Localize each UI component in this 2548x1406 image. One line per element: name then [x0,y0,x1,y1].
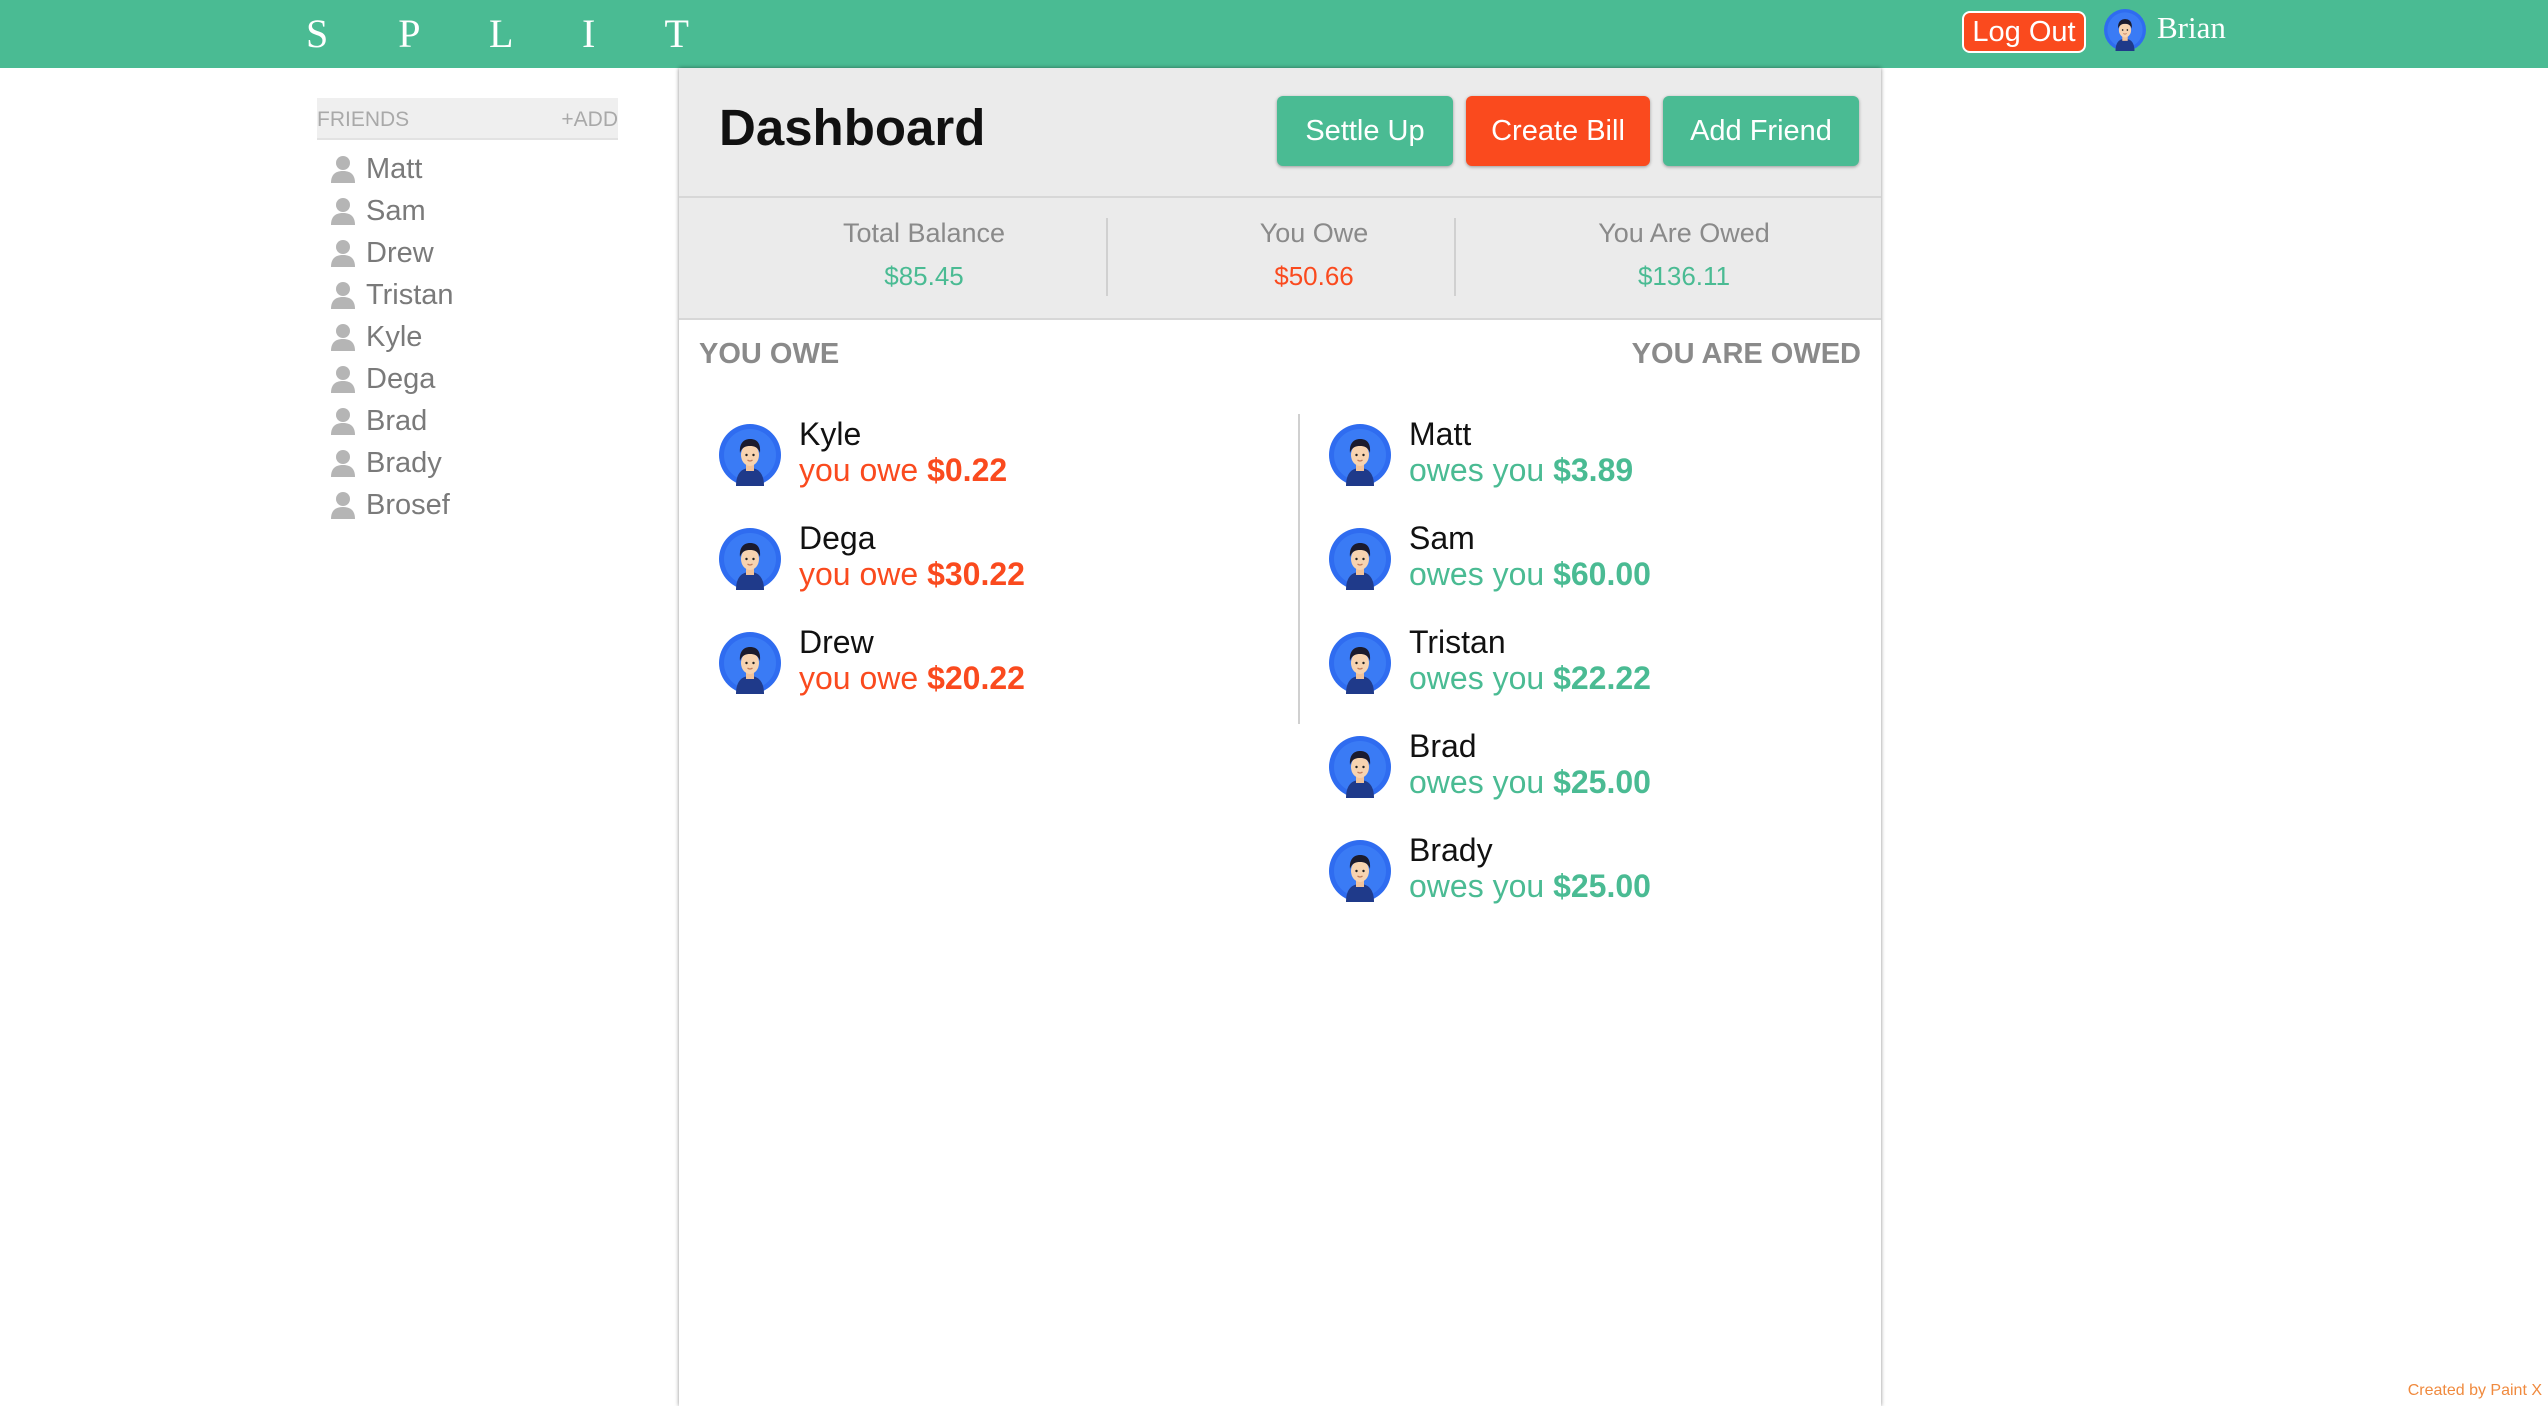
divider [1454,218,1456,296]
owe-text: you owe [799,660,919,696]
owe-amount: $30.22 [927,556,1025,592]
friend-name: Brad [366,404,428,437]
owed-text: owes you [1409,660,1545,696]
friend-item[interactable]: Brady [330,442,454,484]
footer-credit: Created by Paint X [2407,1382,2542,1399]
friend-name: Dega [799,520,876,556]
you-owe-label: You Owe [1259,218,1369,248]
total-balance-stat: Total Balance $85.45 [789,218,1059,292]
you-are-owed-stat: You Are Owed $136.11 [1549,218,1819,292]
divider [679,318,1881,320]
friend-name: Brady [1409,832,1493,868]
user-avatar-icon [719,632,781,694]
owe-amount: $20.22 [927,660,1025,696]
user-avatar-icon [719,424,781,486]
owe-text: you owe [799,452,919,488]
column-divider [1298,414,1300,724]
owed-text: owes you [1409,868,1545,904]
divider [679,196,1881,198]
owed-amount: $60.00 [1553,556,1651,592]
friend-item[interactable]: Sam [330,190,454,232]
friend-name: Sam [1409,520,1475,556]
owed-text: owes you [1409,452,1545,488]
owed-amount: $25.00 [1553,868,1651,904]
person-icon [330,491,356,519]
person-icon [330,323,356,351]
friend-name: Matt [1409,416,1472,452]
friend-name: Brad [1409,728,1477,764]
friend-item[interactable]: Dega [330,358,454,400]
user-avatar-icon [1329,736,1391,798]
owed-line: owes you $60.00 [1409,556,1651,593]
owed-line: owes you $25.00 [1409,764,1651,801]
friend-name: Kyle [799,416,862,452]
owe-amount: $0.22 [927,452,1008,488]
owe-line: you owe $20.22 [799,660,1025,697]
user-avatar-icon [1329,840,1391,902]
friend-name: Dega [366,362,436,395]
friend-name: Drew [799,624,874,660]
person-icon [330,197,356,225]
friend-item[interactable]: Brosef [330,484,454,526]
user-avatar-icon [1329,424,1391,486]
total-balance-value: $85.45 [884,261,964,291]
friends-header: FRIENDS +ADD [317,98,618,140]
friend-item[interactable]: Brad [330,400,454,442]
user-avatar-icon[interactable] [2104,9,2146,51]
friend-name: Brosef [366,488,450,521]
add-friend-link[interactable]: +ADD [561,108,618,132]
user-avatar-icon [1329,528,1391,590]
you-owe-value: $50.66 [1274,261,1354,291]
owe-text: you owe [799,556,919,592]
friend-name: Drew [366,236,434,269]
top-navbar: S P L I T Log Out Brian [0,0,2548,68]
friend-name: Tristan [366,278,454,311]
divider [1106,218,1108,296]
person-icon [330,155,356,183]
person-icon [330,365,356,393]
page-title: Dashboard [719,99,986,156]
you-owe-heading: YOU OWE [699,338,840,370]
owe-line: you owe $30.22 [799,556,1025,593]
person-icon [330,407,356,435]
you-are-owed-heading: YOU ARE OWED [1631,338,1861,370]
person-icon [330,281,356,309]
owe-line: you owe $0.22 [799,452,1007,489]
settle-up-button[interactable]: Settle Up [1277,96,1453,166]
friends-title: FRIENDS [317,108,410,131]
dashboard-panel: Dashboard Settle Up Create Bill Add Frie… [679,68,1881,1406]
owed-amount: $25.00 [1553,764,1651,800]
owed-text: owes you [1409,764,1545,800]
total-balance-label: Total Balance [842,218,1006,248]
you-owe-stat: You Owe $50.66 [1179,218,1449,292]
owed-text: owes you [1409,556,1545,592]
friend-name: Kyle [366,320,423,353]
person-icon [330,239,356,267]
friend-name: Brady [366,446,442,479]
owed-line: owes you $22.22 [1409,660,1651,697]
owed-line: owes you $25.00 [1409,868,1651,905]
you-are-owed-value: $136.11 [1637,261,1731,291]
friend-item[interactable]: Tristan [330,274,454,316]
brand-logo[interactable]: S P L I T [306,10,719,57]
owed-line: owes you $3.89 [1409,452,1633,489]
you-are-owed-label: You Are Owed [1598,218,1770,248]
person-icon [330,449,356,477]
friend-name: Sam [366,194,426,227]
friend-name: Tristan [1409,624,1506,660]
user-avatar-icon [1329,632,1391,694]
friend-item[interactable]: Drew [330,232,454,274]
friend-item[interactable]: Matt [330,148,454,190]
friend-item[interactable]: Kyle [330,316,454,358]
create-bill-button[interactable]: Create Bill [1466,96,1650,166]
friend-name: Matt [366,152,423,185]
add-friend-button[interactable]: Add Friend [1663,96,1859,166]
dashboard-header: Dashboard Settle Up Create Bill Add Frie… [679,68,1881,318]
owed-amount: $3.89 [1553,452,1634,488]
owed-amount: $22.22 [1553,660,1651,696]
user-name[interactable]: Brian [2157,10,2226,46]
friend-list: Matt Sam Drew Tristan Kyle Dega Brad Bra… [330,148,454,526]
user-avatar-icon [719,528,781,590]
logout-button[interactable]: Log Out [1962,11,2086,53]
